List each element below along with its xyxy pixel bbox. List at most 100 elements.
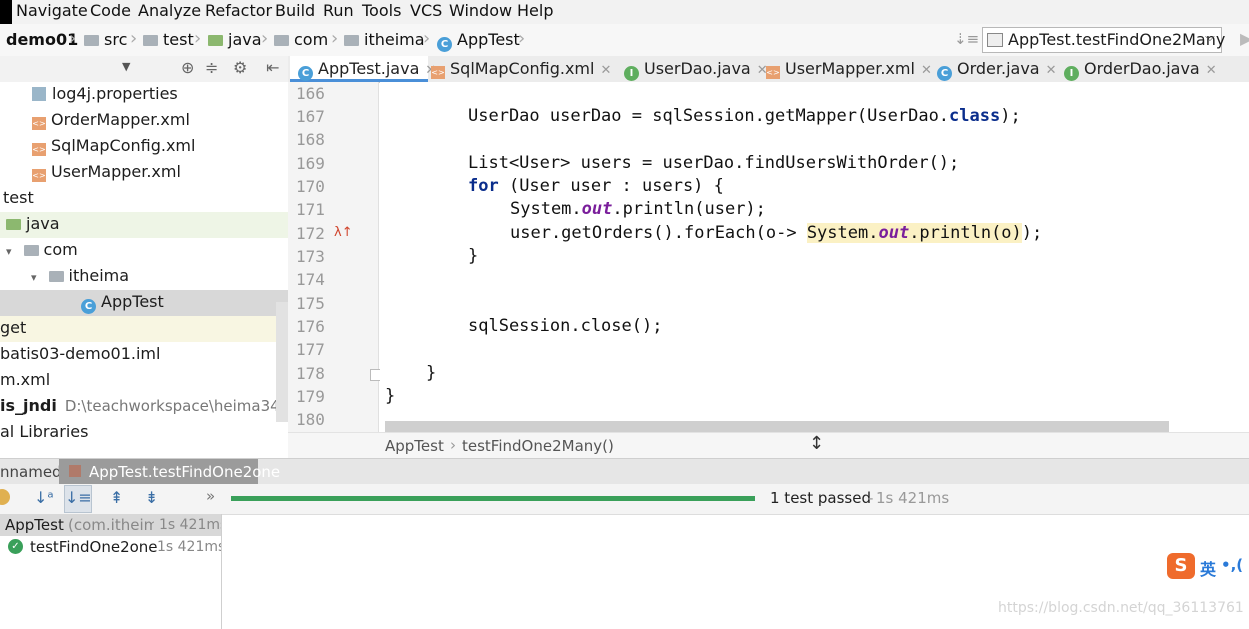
test-case-name: testFindOne2one bbox=[30, 538, 158, 556]
scrollbar[interactable] bbox=[276, 302, 288, 422]
check-icon: ✓ bbox=[8, 539, 23, 554]
crumb-project[interactable]: demo01 bbox=[6, 30, 78, 49]
line-number: 174 bbox=[296, 270, 325, 289]
xml-icon: <> bbox=[431, 66, 445, 79]
run-tab-label: AppTest.testFindOne2one bbox=[89, 463, 281, 481]
test-suite-row[interactable]: AppTest (com.itheima 1s 421ms bbox=[0, 514, 221, 536]
run-tab-unnamed[interactable]: nnamed bbox=[0, 463, 62, 481]
tab-order[interactable]: C Order.java ✕ bbox=[929, 56, 1062, 82]
code-line-176: sqlSession.close(); bbox=[468, 316, 663, 336]
tab-apptest[interactable]: CAppTest.java✕ bbox=[290, 56, 436, 82]
test-case-time: 1s 421ms bbox=[157, 539, 221, 555]
run-configuration-label: AppTest.testFindOne2Many bbox=[1008, 30, 1226, 49]
ime-indicator[interactable]: S 英 •,( bbox=[1167, 553, 1249, 579]
collapse-icon[interactable]: ≑ bbox=[205, 58, 218, 77]
run-configuration-select[interactable]: AppTest.testFindOne2Many ⌵ bbox=[982, 27, 1226, 53]
test-status-icon[interactable] bbox=[0, 489, 10, 505]
chevron-right-icon: › bbox=[261, 28, 269, 49]
crumb-com[interactable]: com bbox=[274, 30, 328, 49]
tab-orderdao[interactable]: I OrderDao.java ✕ bbox=[1056, 56, 1217, 82]
tree-item[interactable]: <> OrderMapper.xml bbox=[0, 108, 288, 134]
tree-item[interactable]: al Libraries bbox=[0, 420, 288, 446]
crumb-apptest[interactable]: C AppTest bbox=[437, 30, 520, 52]
sort-alpha-icon[interactable]: ↓ᵃ bbox=[34, 488, 54, 507]
code-editor[interactable]: UserDao userDao = sqlSession.getMapper(U… bbox=[380, 82, 1249, 432]
code-line-171: System.out.println(user); bbox=[510, 199, 766, 219]
editor-crumb-class[interactable]: AppTest bbox=[385, 437, 444, 455]
line-number: 179 bbox=[296, 387, 325, 406]
chevron-right-icon: › bbox=[518, 28, 526, 49]
crumb-src[interactable]: src bbox=[84, 30, 127, 49]
tree-item[interactable]: <> UserMapper.xml bbox=[0, 160, 288, 186]
dropdown-icon[interactable]: ▼ bbox=[122, 60, 130, 73]
code-line-178: } bbox=[426, 363, 437, 383]
run-icon[interactable]: ▶ bbox=[1240, 29, 1249, 48]
editor-crumb-method[interactable]: testFindOne2Many() bbox=[462, 437, 614, 455]
tree-item[interactable]: test bbox=[0, 186, 288, 212]
more-icon[interactable]: » bbox=[206, 487, 215, 505]
tab-sqlmapconfig[interactable]: <> SqlMapConfig.xml ✕ bbox=[423, 56, 611, 82]
close-icon[interactable]: ✕ bbox=[1046, 63, 1057, 78]
code-line-172: user.getOrders().forEach(o-> System.out.… bbox=[510, 223, 1043, 243]
chevron-down-icon: ⌵ bbox=[1205, 30, 1215, 45]
line-number: 168 bbox=[296, 130, 325, 149]
collapse-all-icon[interactable]: ⇟ bbox=[145, 488, 158, 507]
menu-analyze[interactable]: Analyze bbox=[138, 1, 201, 20]
menu-tools[interactable]: Tools bbox=[362, 1, 401, 20]
watermark: https://blog.csdn.net/qq_36113761 bbox=[998, 600, 1244, 616]
menu-code[interactable]: Code bbox=[90, 1, 131, 20]
tab-usermapper[interactable]: <> UserMapper.xml ✕ bbox=[758, 56, 936, 82]
sort-duration-icon[interactable]: ↓≡ bbox=[64, 485, 92, 513]
tree-item[interactable]: batis03-demo01.iml bbox=[0, 342, 288, 368]
line-number: 173 bbox=[296, 247, 325, 266]
close-icon[interactable]: ✕ bbox=[1206, 63, 1217, 78]
tree-item[interactable]: ▾ com bbox=[0, 238, 288, 264]
tree-item[interactable]: ▾ itheima bbox=[0, 264, 288, 290]
tree-item[interactable]: m.xml bbox=[0, 368, 288, 394]
close-icon[interactable]: ✕ bbox=[600, 63, 611, 78]
test-suite-time: 1s 421ms bbox=[159, 517, 221, 533]
tree-item[interactable]: log4j.properties bbox=[0, 82, 288, 108]
tree-item[interactable]: <> SqlMapConfig.xml bbox=[0, 134, 288, 160]
line-number: 167 bbox=[296, 107, 325, 126]
line-number-gutter: 166 167 168 169 170 171 172 173 174 175 … bbox=[288, 82, 382, 432]
folder-icon bbox=[143, 35, 158, 46]
menu-run[interactable]: Run bbox=[323, 1, 354, 20]
sort-icon[interactable]: ⇣≡ bbox=[954, 30, 979, 48]
chevron-right-icon: › bbox=[130, 28, 138, 49]
menu-navigate[interactable]: Navigate bbox=[16, 1, 88, 20]
xml-icon: <> bbox=[766, 66, 780, 79]
tree-item[interactable]: is_jndiD:\teachworkspace\heima349\fran bbox=[0, 394, 288, 420]
chevron-down-icon: ▾ bbox=[31, 271, 37, 284]
hide-icon[interactable]: ⇤ bbox=[266, 58, 279, 77]
chevron-right-icon: › bbox=[331, 28, 339, 49]
test-case-row[interactable]: ✓ testFindOne2one 1s 421ms bbox=[0, 536, 221, 558]
line-number: 169 bbox=[296, 154, 325, 173]
tree-item[interactable]: get bbox=[0, 316, 288, 342]
menu-help[interactable]: Help bbox=[517, 1, 553, 20]
lambda-breakpoint-icon[interactable]: λ↑ bbox=[334, 225, 353, 240]
menu-vcs[interactable]: VCS bbox=[410, 1, 442, 20]
tree-item[interactable]: java bbox=[0, 212, 288, 238]
menu-refactor[interactable]: Refactor bbox=[205, 1, 272, 20]
crumb-itheima[interactable]: itheima bbox=[344, 30, 425, 49]
resize-cursor-icon: ↕ bbox=[809, 433, 825, 454]
chevron-right-icon: › bbox=[194, 28, 202, 49]
locate-icon[interactable]: ⊕ bbox=[181, 58, 194, 77]
chevron-down-icon: ▾ bbox=[6, 245, 12, 258]
menu-build[interactable]: Build bbox=[275, 1, 315, 20]
horizontal-scrollbar[interactable] bbox=[385, 421, 1169, 432]
expand-all-icon[interactable]: ⇞ bbox=[110, 488, 123, 507]
crumb-test[interactable]: test bbox=[143, 30, 194, 49]
run-tab-active[interactable]: AppTest.testFindOne2one bbox=[59, 459, 280, 485]
menu-window[interactable]: Window bbox=[449, 1, 512, 20]
folder-icon bbox=[274, 35, 289, 46]
config-icon bbox=[987, 33, 1003, 47]
properties-icon bbox=[32, 87, 46, 101]
tree-item-selected[interactable]: C AppTest bbox=[0, 290, 288, 316]
crumb-java[interactable]: java bbox=[208, 30, 262, 49]
progress-bar bbox=[231, 496, 755, 501]
gear-icon[interactable]: ⚙ bbox=[233, 58, 247, 77]
project-toolbar: ▼ ⊕ ≑ ⚙ ⇤ bbox=[0, 56, 288, 83]
tab-userdao[interactable]: I UserDao.java ✕ bbox=[616, 56, 768, 82]
